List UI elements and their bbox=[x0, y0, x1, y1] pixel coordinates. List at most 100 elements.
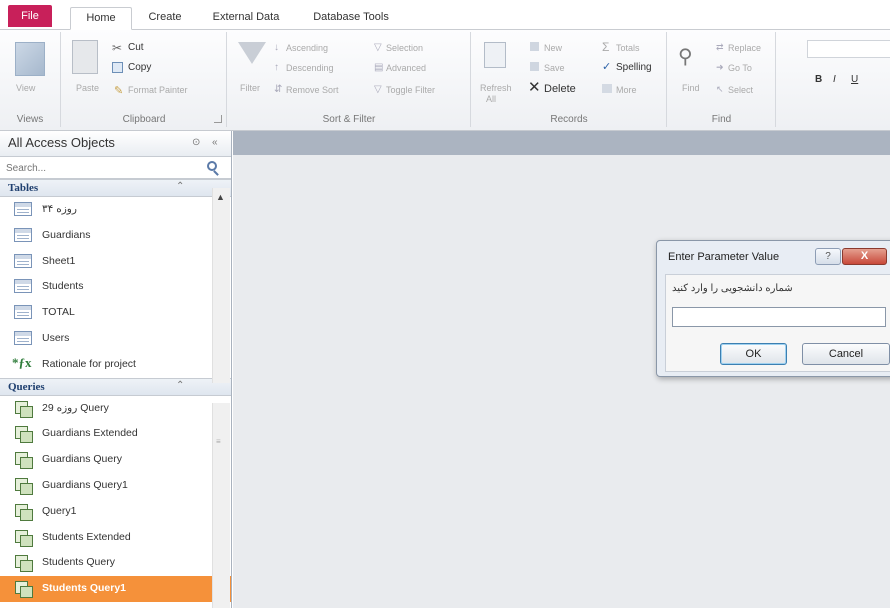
collapse-up-icon[interactable]: ⌃ bbox=[176, 380, 184, 391]
tab-external-data[interactable]: External Data bbox=[203, 7, 289, 30]
cancel-button[interactable]: Cancel bbox=[802, 343, 890, 365]
table-icon bbox=[14, 227, 32, 242]
ascending-button[interactable]: Ascending bbox=[286, 42, 328, 54]
query-item[interactable]: روزه 29 Query bbox=[0, 396, 231, 422]
tables-scrollbar[interactable]: ▲ bbox=[212, 188, 230, 383]
new-record-icon bbox=[530, 42, 539, 51]
ribbon: View Views Paste ✂ Cut Copy ✎ Format Pai… bbox=[0, 30, 890, 131]
copy-button[interactable]: Copy bbox=[128, 62, 151, 74]
advanced-button[interactable]: Advanced bbox=[386, 62, 426, 74]
query-icon bbox=[15, 503, 33, 521]
remove-sort-button[interactable]: Remove Sort bbox=[286, 84, 339, 96]
records-group: Refresh All New Save ✕ Delete Σ Totals ✓… bbox=[472, 32, 667, 127]
toggle-filter-icon: ▽ bbox=[374, 84, 382, 95]
more-button[interactable]: More bbox=[616, 84, 637, 96]
clipboard-launcher-icon[interactable] bbox=[214, 115, 222, 123]
nav-collapse-icon[interactable]: « bbox=[212, 137, 218, 148]
remove-sort-icon: ⇵ bbox=[274, 84, 283, 95]
more-icon bbox=[602, 84, 612, 93]
query-item-selected[interactable]: Students Query1 bbox=[0, 576, 231, 602]
view-button-label[interactable]: View bbox=[16, 82, 35, 94]
query-item[interactable]: Students Extended bbox=[0, 525, 231, 551]
query-item[interactable]: Students Query bbox=[0, 550, 231, 576]
tables-section-header[interactable]: Tables ⌃ bbox=[0, 179, 231, 197]
refresh-all-label[interactable]: All bbox=[486, 93, 496, 105]
paste-icon[interactable] bbox=[72, 40, 98, 74]
queries-section-header[interactable]: Queries ⌃ bbox=[0, 377, 231, 396]
query-item[interactable]: Guardians Query bbox=[0, 447, 231, 473]
cut-button[interactable]: Cut bbox=[128, 42, 144, 54]
tab-database-tools[interactable]: Database Tools bbox=[308, 7, 394, 30]
query-item[interactable]: Guardians Query1 bbox=[0, 473, 231, 499]
query-icon bbox=[15, 529, 33, 547]
views-group-label: Views bbox=[16, 114, 44, 125]
query-item[interactable]: Query1 bbox=[0, 499, 231, 525]
query-icon bbox=[15, 581, 33, 599]
goto-button[interactable]: Go To bbox=[728, 62, 752, 74]
ribbon-tab-bar: File Home Create External Data Database … bbox=[0, 0, 890, 30]
totals-icon: Σ bbox=[602, 40, 610, 54]
advanced-icon: ▤ bbox=[374, 62, 384, 73]
new-record-button[interactable]: New bbox=[544, 42, 562, 54]
clipboard-group: Paste ✂ Cut Copy ✎ Format Painter Clipbo… bbox=[62, 32, 227, 127]
format-painter-button[interactable]: Format Painter bbox=[128, 84, 188, 96]
save-record-button[interactable]: Save bbox=[544, 62, 565, 74]
copy-icon bbox=[112, 62, 123, 73]
nav-header[interactable]: All Access Objects ⊙ « bbox=[0, 131, 231, 157]
table-item[interactable]: Students bbox=[0, 274, 231, 300]
queries-scrollbar[interactable]: ≡ bbox=[212, 403, 230, 608]
paste-button-label[interactable]: Paste bbox=[76, 82, 99, 94]
records-group-label: Records bbox=[550, 114, 588, 125]
binoculars-icon[interactable]: ⚲ bbox=[678, 44, 693, 69]
find-button-label[interactable]: Find bbox=[682, 82, 700, 94]
ok-button[interactable]: OK bbox=[720, 343, 787, 365]
query-item[interactable]: Guardians Extended bbox=[0, 421, 231, 447]
filter-button-label[interactable]: Filter bbox=[240, 82, 260, 94]
parameter-input[interactable] bbox=[672, 307, 886, 327]
selection-button[interactable]: Selection bbox=[386, 42, 423, 54]
scroll-up-icon[interactable]: ▲ bbox=[216, 192, 225, 202]
tab-create[interactable]: Create bbox=[140, 7, 190, 30]
navigation-pane: All Access Objects ⊙ « Tables ⌃ روزه ۳۴ … bbox=[0, 131, 232, 608]
underline-button[interactable]: U bbox=[851, 74, 858, 86]
spelling-button[interactable]: Spelling bbox=[616, 62, 652, 74]
collapse-up-icon[interactable]: ⌃ bbox=[176, 181, 184, 192]
table-item[interactable]: Sheet1 bbox=[0, 249, 231, 275]
nav-title[interactable]: All Access Objects bbox=[8, 135, 115, 150]
nav-menu-chevron-icon[interactable]: ⊙ bbox=[192, 137, 200, 148]
tab-file[interactable]: File bbox=[8, 5, 52, 27]
clipboard-group-label: Clipboard bbox=[122, 114, 166, 125]
view-icon[interactable] bbox=[15, 42, 45, 76]
table-item[interactable]: روزه ۳۴ bbox=[0, 197, 231, 223]
linked-macro-item[interactable]: *ƒx Rationale for project bbox=[0, 352, 231, 378]
goto-icon: ➜ bbox=[716, 62, 724, 72]
replace-button[interactable]: Replace bbox=[728, 42, 761, 54]
descending-button[interactable]: Descending bbox=[286, 62, 334, 74]
format-painter-icon: ✎ bbox=[114, 85, 124, 97]
parameter-prompt: شماره دانشجویی را وارد کنید bbox=[672, 283, 793, 294]
search-icon[interactable] bbox=[207, 161, 217, 171]
text-formatting-group: B I U bbox=[777, 32, 890, 127]
select-button[interactable]: Select bbox=[728, 84, 753, 96]
filter-icon[interactable] bbox=[238, 42, 266, 64]
scissors-icon: ✂ bbox=[112, 41, 123, 55]
toggle-filter-button[interactable]: Toggle Filter bbox=[386, 84, 435, 96]
query-icon bbox=[15, 452, 33, 470]
close-button[interactable]: X bbox=[842, 248, 887, 265]
tab-home[interactable]: Home bbox=[70, 7, 132, 30]
nav-search-input[interactable] bbox=[6, 160, 204, 176]
delete-button[interactable]: Delete bbox=[544, 83, 576, 95]
refresh-icon[interactable] bbox=[484, 42, 506, 68]
font-name-box[interactable] bbox=[807, 40, 890, 58]
table-item[interactable]: Users bbox=[0, 326, 231, 352]
scroll-grip-icon[interactable]: ≡ bbox=[216, 437, 226, 447]
queries-section-title: Queries bbox=[8, 380, 45, 393]
nav-search bbox=[0, 157, 231, 179]
bold-button[interactable]: B bbox=[815, 74, 822, 86]
table-item[interactable]: Guardians bbox=[0, 223, 231, 249]
italic-button[interactable]: I bbox=[833, 74, 836, 86]
totals-button[interactable]: Totals bbox=[616, 42, 640, 54]
table-item[interactable]: TOTAL bbox=[0, 300, 231, 326]
help-button[interactable]: ? bbox=[815, 248, 841, 265]
delete-icon: ✕ bbox=[528, 79, 541, 96]
